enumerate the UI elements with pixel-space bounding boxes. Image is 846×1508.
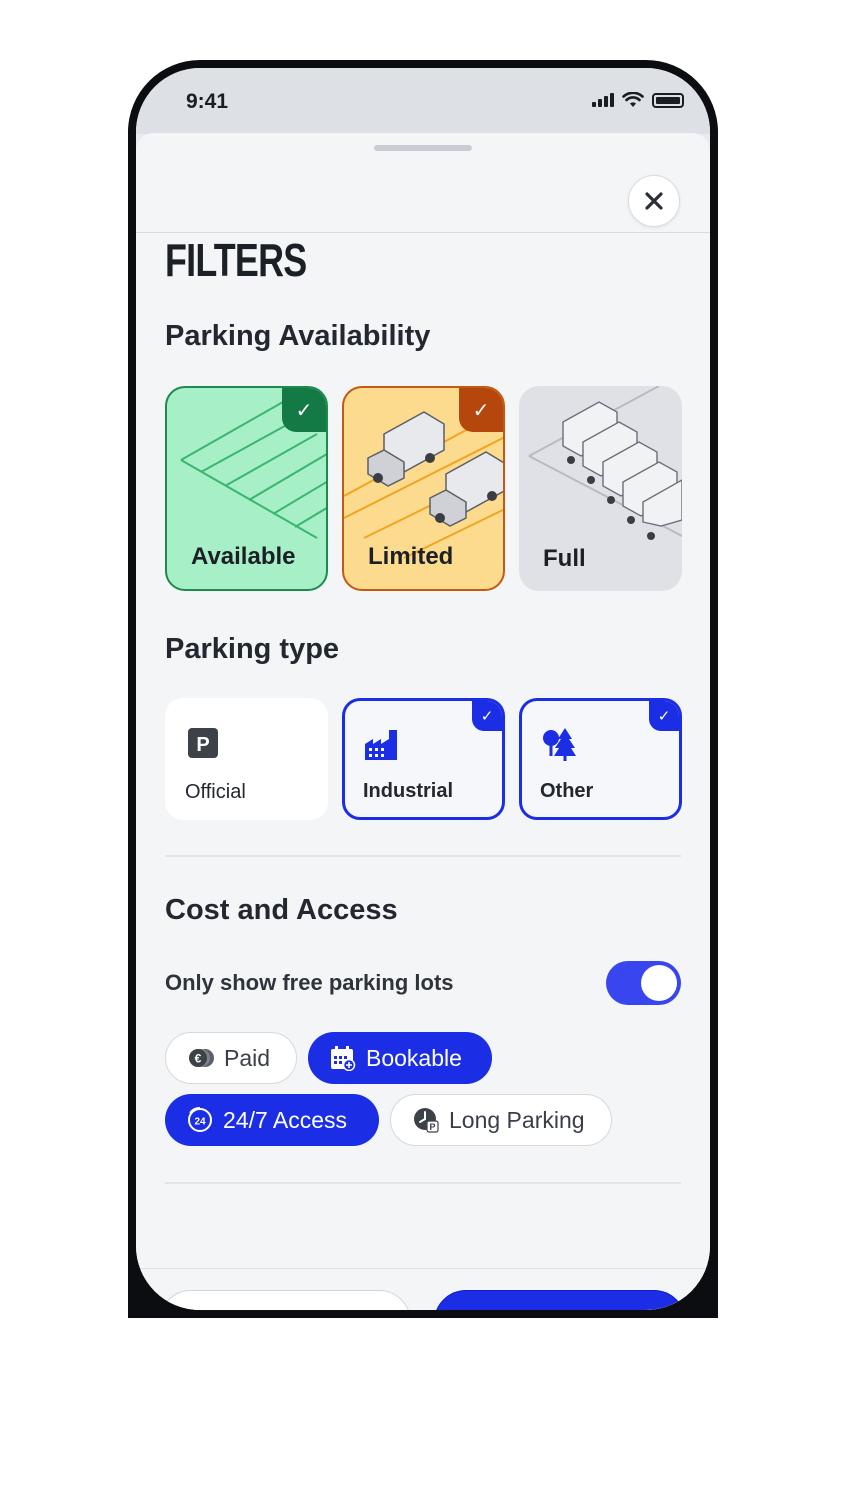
- selected-check-icon: ✓: [459, 388, 503, 432]
- availability-label: Limited: [368, 543, 454, 570]
- chip-24-7-access[interactable]: 24 24/7 Access: [165, 1094, 379, 1146]
- chip-paid[interactable]: € Paid: [165, 1032, 297, 1084]
- toggle-knob: [641, 965, 677, 1001]
- filters-sheet: FILTERS Parking Availability ✓ Available: [136, 133, 710, 1310]
- status-bar: 9:41: [136, 68, 710, 134]
- selected-check-icon: ✓: [649, 701, 679, 731]
- wifi-icon: [622, 92, 644, 107]
- parking-sign-icon: P: [188, 728, 218, 758]
- parking-type-label: Other: [540, 780, 594, 802]
- free-parking-toggle-label: Only show free parking lots: [165, 970, 454, 995]
- battery-icon: [652, 92, 684, 108]
- section-divider: [165, 855, 681, 857]
- page-title: FILTERS: [165, 234, 307, 286]
- section-title-availability: Parking Availability: [165, 320, 431, 352]
- parking-type-label: Official: [185, 781, 246, 803]
- euro-coins-icon: €: [189, 1049, 214, 1067]
- clock-24-icon: 24: [188, 1107, 212, 1132]
- parking-type-other[interactable]: ✓ Other: [519, 698, 682, 820]
- trees-icon: [543, 728, 576, 761]
- close-icon: [645, 192, 663, 210]
- chip-label: 24/7 Access: [223, 1106, 348, 1133]
- svg-text:P: P: [196, 734, 209, 756]
- reset-button[interactable]: Reset: [159, 1290, 411, 1310]
- chip-bookable[interactable]: Bookable: [308, 1032, 492, 1084]
- status-time: 9:41: [186, 90, 229, 113]
- chip-label: Paid: [224, 1044, 271, 1071]
- availability-label: Available: [191, 543, 296, 570]
- free-parking-toggle[interactable]: [606, 961, 681, 1005]
- parking-type-label: Industrial: [363, 780, 454, 802]
- close-button[interactable]: [628, 175, 680, 227]
- availability-card-limited[interactable]: ✓ Limited: [342, 386, 505, 591]
- section-title-cost-access: Cost and Access: [165, 894, 398, 926]
- parking-type-official[interactable]: P Official: [165, 698, 328, 820]
- chip-label: Long Parking: [449, 1106, 585, 1133]
- svg-text:24: 24: [194, 1117, 206, 1128]
- drag-handle[interactable]: [374, 145, 472, 151]
- section-divider: [165, 1182, 681, 1184]
- availability-card-available[interactable]: ✓ Available: [165, 386, 328, 591]
- chip-label: Bookable: [366, 1044, 462, 1071]
- page-background: [118, 1318, 728, 1508]
- clock-parking-icon: P: [414, 1108, 439, 1133]
- availability-label: Full: [543, 545, 586, 572]
- calendar-icon: [331, 1046, 356, 1071]
- chip-long-parking[interactable]: P Long Parking: [390, 1094, 612, 1146]
- svg-text:P: P: [429, 1122, 435, 1132]
- apply-button[interactable]: Apply: [434, 1290, 686, 1310]
- status-icons: [592, 92, 684, 108]
- selected-check-icon: ✓: [282, 388, 326, 432]
- availability-card-full[interactable]: Full: [519, 386, 682, 591]
- section-title-parking-type: Parking type: [165, 633, 340, 665]
- svg-text:€: €: [195, 1052, 202, 1066]
- factory-icon: [365, 730, 397, 760]
- parking-type-industrial[interactable]: ✓ Industrial: [342, 698, 505, 820]
- phone-screen: 9:41 FILTERS Parking Availability ✓ Avai…: [136, 68, 710, 1310]
- signal-icon: [592, 93, 614, 107]
- selected-check-icon: ✓: [472, 701, 502, 731]
